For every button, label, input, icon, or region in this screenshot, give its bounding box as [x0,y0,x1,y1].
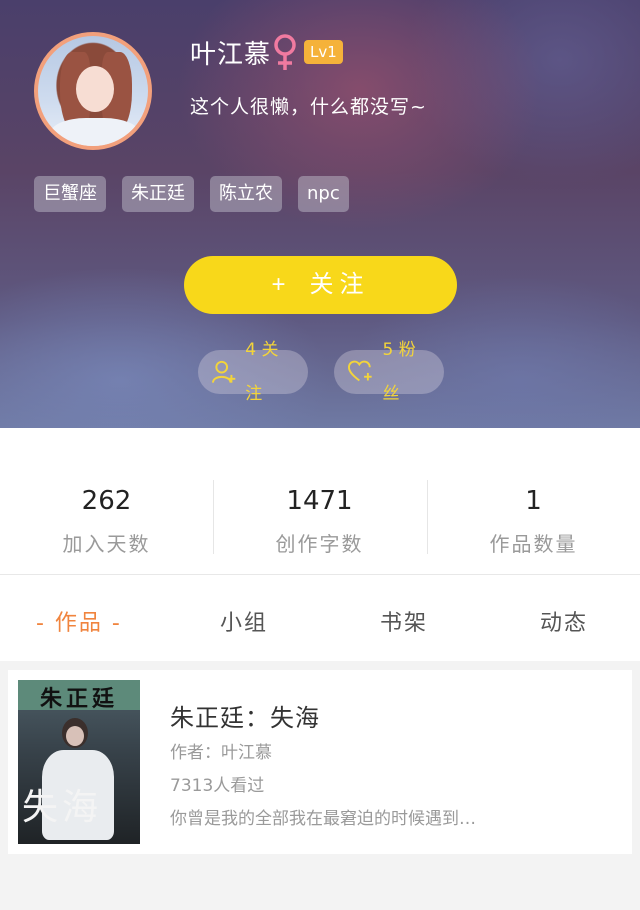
cover-banner-text: 朱正廷 [39,686,118,712]
stat-label: 作品数量 [489,532,578,556]
tab-groups[interactable]: 小组 [220,605,268,637]
follow-button[interactable]: + 关注 [184,256,457,314]
female-icon [274,34,296,70]
tab-works[interactable]: - 作品 - [36,605,122,637]
user-tags: 巨蟹座 朱正廷 陈立农 npc [34,176,349,212]
stat-word-count: 1471 创作字数 [213,428,426,574]
tag-item[interactable]: 朱正廷 [122,176,194,212]
avatar[interactable] [34,32,152,150]
fans-count-label: 5 粉丝 [382,340,416,404]
work-description: 你曾是我的全部我在最窘迫的时候遇到… [170,809,476,829]
stat-join-days: 262 加入天数 [0,428,213,574]
tab-bookshelf[interactable]: 书架 [380,605,428,637]
work-title[interactable]: 朱正廷：失海 [170,698,320,733]
cover-figure-face [66,726,84,746]
username: 叶江慕 [190,40,272,70]
plus-icon: + [271,271,292,298]
user-bio: 这个人很懒，什么都没写~ [190,96,427,118]
stat-works-count: 1 作品数量 [427,428,640,574]
avatar-shirt [50,118,140,146]
profile-header: 叶江慕 Lv1 这个人很懒，什么都没写~ 巨蟹座 朱正廷 陈立农 npc + 关注… [0,0,640,428]
stats-bar: 262 加入天数 1471 创作字数 1 作品数量 [0,428,640,574]
user-plus-icon [212,360,236,383]
following-count-button[interactable]: 4 关注 [198,340,308,404]
work-author: 作者：叶江慕 [170,743,272,763]
stat-value: 1471 [286,486,353,516]
stat-value: 262 [81,486,132,516]
tag-item[interactable]: 陈立农 [210,176,282,212]
tag-item[interactable]: npc [298,176,349,212]
work-card[interactable]: 朱正廷 失海 朱正廷：失海 作者：叶江慕 7313人看过 你曾是我的全部我在最窘… [8,670,632,854]
tab-activity[interactable]: 动态 [540,605,588,637]
stat-label: 加入天数 [62,532,151,556]
fans-count-button[interactable]: 5 粉丝 [334,340,444,404]
work-cover[interactable]: 朱正廷 失海 [18,680,140,844]
tag-item[interactable]: 巨蟹座 [34,176,106,212]
heart-plus-icon [348,360,372,382]
avatar-face [76,66,114,112]
follow-button-label: 关注 [309,271,370,298]
cover-title-text: 失海 [22,787,103,828]
stat-value: 1 [525,486,542,516]
work-views: 7313人看过 [170,776,265,796]
level-badge: Lv1 [304,40,343,64]
stat-label: 创作字数 [275,532,364,556]
profile-tabs: - 作品 - 小组 书架 动态 [0,575,640,661]
following-count-label: 4 关注 [245,340,279,404]
